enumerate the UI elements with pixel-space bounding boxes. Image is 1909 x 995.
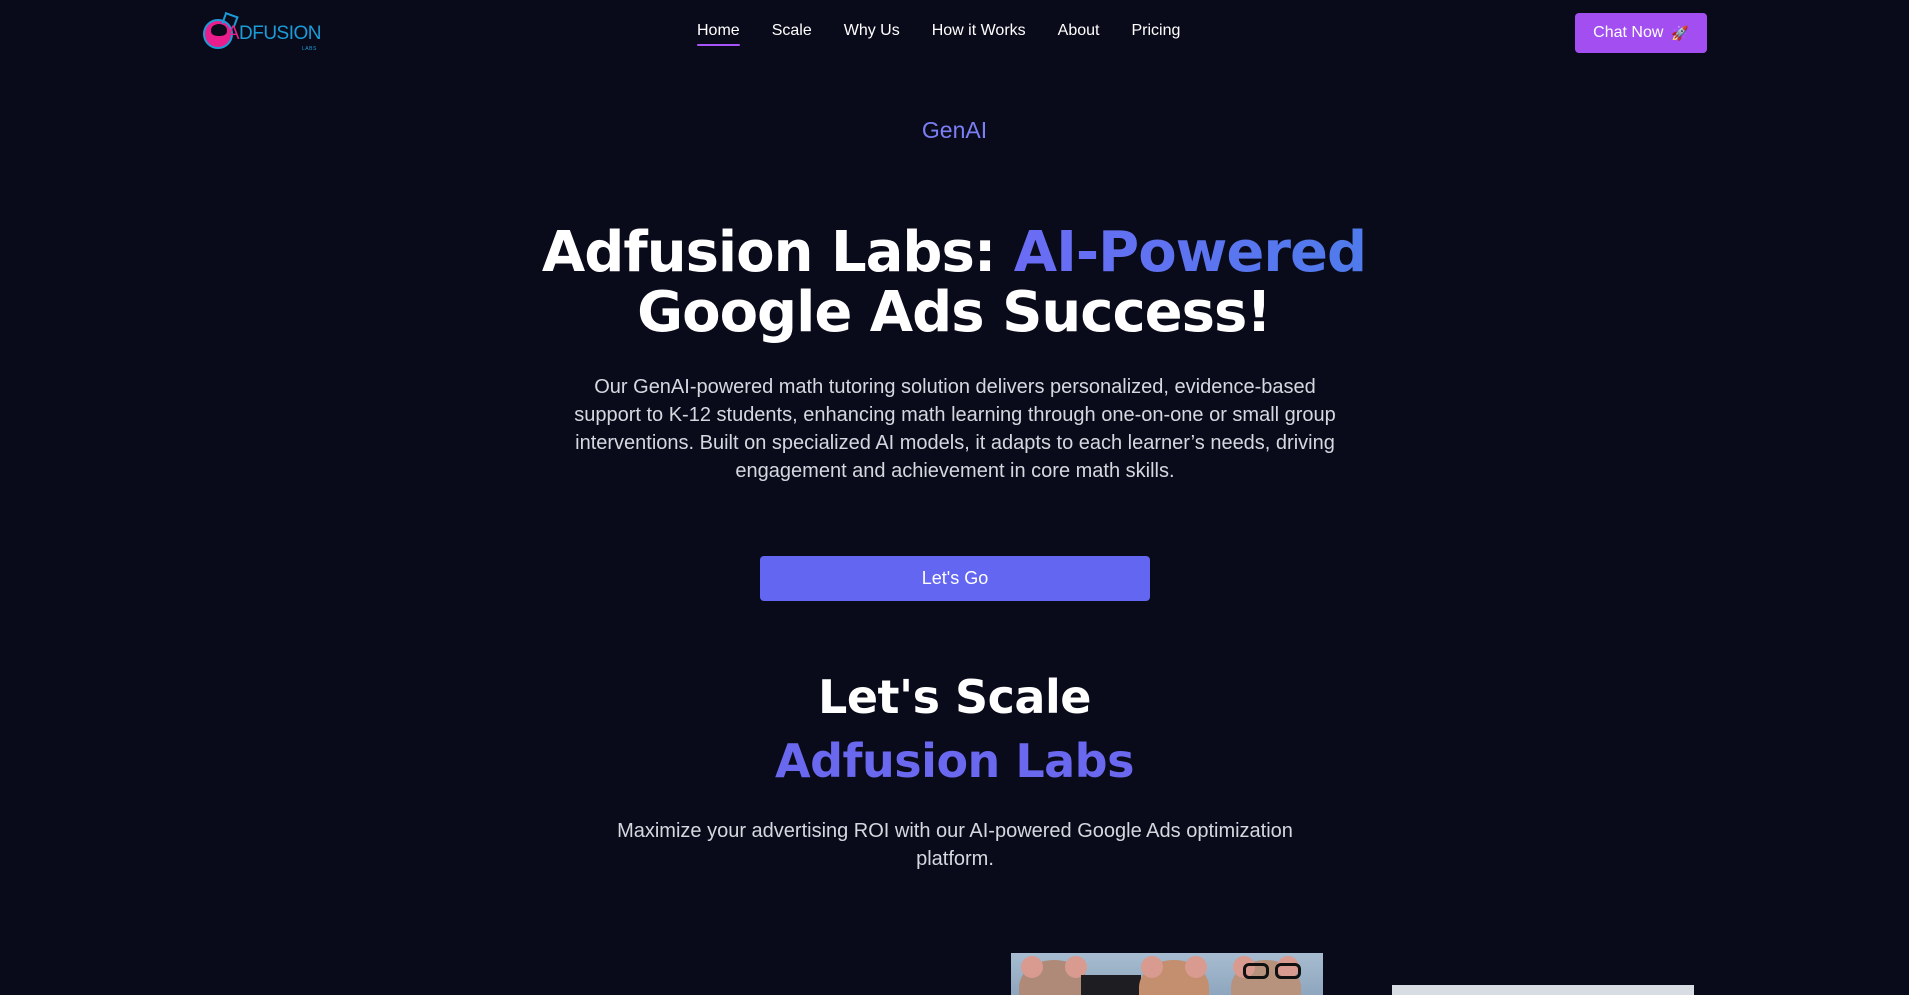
- chat-now-label: Chat Now: [1593, 24, 1664, 41]
- scale-title: Let's Scale: [818, 670, 1091, 724]
- hero-title: Adfusion Labs: AI-Powered Google Ads Suc…: [454, 223, 1454, 343]
- logo-subtext: LABS: [302, 46, 317, 52]
- nav-item-how-it-works[interactable]: How it Works: [932, 22, 1026, 46]
- scale-subtitle: Adfusion Labs: [775, 734, 1134, 788]
- hero-description: Our GenAI-powered math tutoring solution…: [574, 376, 1336, 482]
- nav-item-pricing[interactable]: Pricing: [1131, 22, 1180, 46]
- nav-item-scale[interactable]: Scale: [772, 22, 812, 46]
- scale-description: Maximize your advertising ROI with our A…: [617, 820, 1293, 870]
- hero-title-part1: Adfusion Labs:: [541, 220, 1014, 285]
- main-nav: Home Scale Why Us How it Works About Pri…: [697, 22, 1180, 46]
- chat-now-button[interactable]: Chat Now 🚀: [1575, 13, 1707, 53]
- lets-go-button[interactable]: Let's Go: [760, 556, 1150, 601]
- navbar: ADFUSION LABS Home Scale Why Us How it W…: [0, 0, 1909, 68]
- logo[interactable]: ADFUSION LABS: [203, 11, 322, 53]
- rocket-icon: 🚀: [1671, 24, 1689, 41]
- page: ADFUSION LABS Home Scale Why Us How it W…: [0, 0, 1909, 995]
- secondary-image: [1392, 985, 1694, 995]
- logo-flask-icon: [203, 11, 239, 50]
- hero-title-part2: Google Ads Success!: [637, 280, 1272, 345]
- logo-text: ADFUSION: [226, 22, 322, 44]
- hero-title-accent: AI-Powered: [1013, 220, 1367, 285]
- suit-figure: [1081, 975, 1141, 995]
- glasses-icon: [1243, 963, 1305, 979]
- nav-item-about[interactable]: About: [1058, 22, 1100, 46]
- nav-item-why-us[interactable]: Why Us: [844, 22, 900, 46]
- nav-item-home[interactable]: Home: [697, 22, 740, 46]
- hero-eyebrow: GenAI: [921, 117, 988, 143]
- rat-figure: [1139, 956, 1209, 995]
- rat-figure: [1019, 956, 1089, 995]
- rats-team-image: [1011, 953, 1323, 995]
